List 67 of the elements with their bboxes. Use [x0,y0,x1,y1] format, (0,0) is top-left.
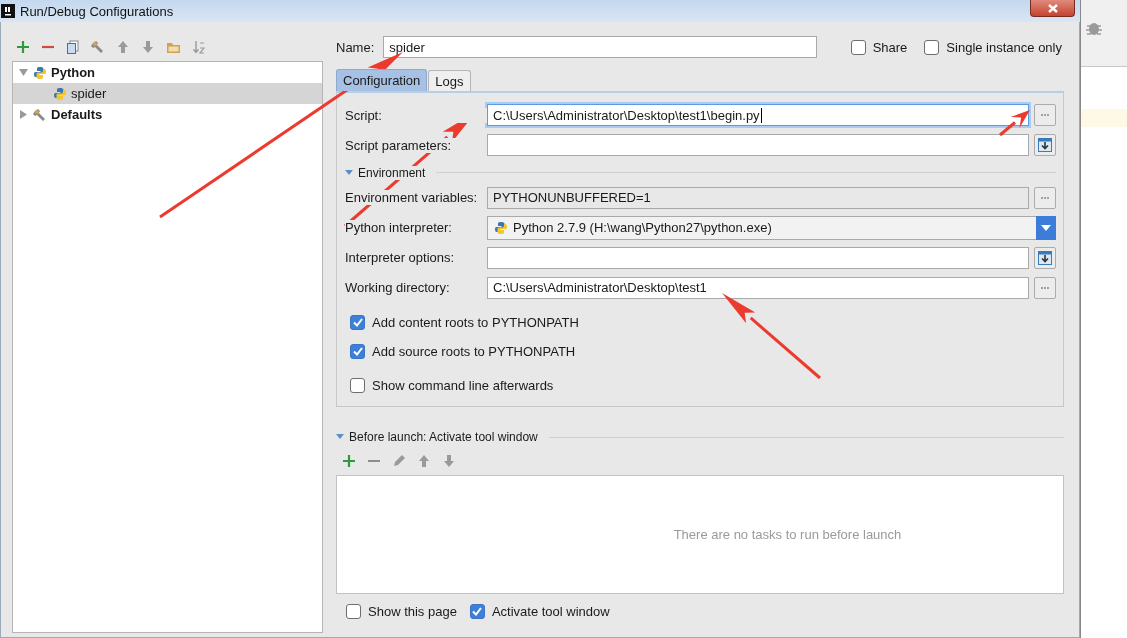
browse-button[interactable] [1034,186,1056,209]
checkbox-label: Show this page [368,604,457,619]
text-field[interactable]: C:\Users\Administrator\Desktop\test1\begin.py [487,104,1029,127]
text-field[interactable]: C:\Users\Administrator\Desktop\test1 [487,276,1029,299]
pencil-icon[interactable] [392,454,406,468]
ellipsis-icon [1040,195,1050,200]
browse-button[interactable] [1034,276,1056,299]
checkbox-label: Add source roots to PYTHONPATH [372,344,576,360]
checkbox[interactable] [924,39,940,55]
checkbox[interactable] [346,604,361,619]
add-icon[interactable] [16,40,30,54]
interpreter-dropdown[interactable]: Python 2.7.9 (H:\wang\Python27\python.exe) [487,215,1056,240]
close-icon [1046,2,1059,14]
python-icon [494,220,508,235]
expand-arrow-icon[interactable] [18,110,28,119]
section-title: Environment [358,165,426,180]
window-title: Run/Debug Configurations [20,3,174,19]
down-arrow-icon[interactable] [442,454,456,468]
checkbox-label: Add content roots to PYTHONPATH [372,315,579,331]
wrench-icon[interactable] [91,40,105,54]
tree-item[interactable]: spider [13,83,322,104]
wrench-icon [33,107,47,122]
up-arrow-icon[interactable] [417,454,431,468]
tree-item-label: Defaults [51,107,103,122]
annotation-arrow [999,110,1030,137]
copy-icon[interactable] [66,39,80,55]
ellipsis-icon [1040,113,1050,118]
checkbox[interactable] [469,604,485,619]
tree-item[interactable]: Python [13,62,322,83]
text-field[interactable]: PYTHONUNBUFFERED=1 [487,186,1029,209]
expand-button[interactable] [1034,134,1056,157]
collapse-arrow-icon[interactable] [345,168,353,177]
checkbox-label: Activate tool window [491,604,610,619]
checkbox[interactable] [350,315,365,331]
folder-icon[interactable] [166,40,181,54]
expand-button[interactable] [1034,246,1056,269]
dropdown-value: Python 2.7.9 (H:\wang\Python27\python.exe) [513,220,772,236]
tree-item[interactable]: Defaults [13,104,322,125]
text-field[interactable] [487,134,1029,157]
bug-icon[interactable] [1085,20,1103,38]
empty-message: There are no tasks to run before launch [673,527,902,542]
checkbox-label: Share [872,39,908,55]
tab[interactable]: Configuration [336,69,428,91]
down-arrow-icon[interactable] [141,40,155,54]
dropdown-arrow-icon[interactable] [1041,224,1051,231]
tree-item-label: spider [71,86,107,101]
checkbox[interactable] [850,39,866,55]
checkbox[interactable] [350,378,365,394]
checkbox-label: Single instance only [946,39,1062,55]
sort-icon[interactable] [192,39,206,55]
up-arrow-icon[interactable] [116,40,130,54]
close-button[interactable] [1030,0,1075,17]
section-title: Before launch: Activate tool window [349,430,538,444]
text-field[interactable] [487,246,1029,269]
python-icon [53,86,67,101]
name-field[interactable]: spider [383,36,818,58]
checkbox[interactable] [350,344,365,360]
app-icon [1,4,15,18]
add-icon[interactable] [342,454,356,468]
collapse-arrow-icon[interactable] [336,433,344,441]
expand-arrow-icon[interactable] [18,68,28,77]
python-icon [33,65,47,80]
tree-item-label: Python [51,65,96,80]
browse-button[interactable] [1034,104,1056,127]
checkbox-label: Show command line afterwards [372,378,554,394]
ellipsis-icon [1040,285,1050,290]
tab[interactable]: Logs [428,70,471,91]
